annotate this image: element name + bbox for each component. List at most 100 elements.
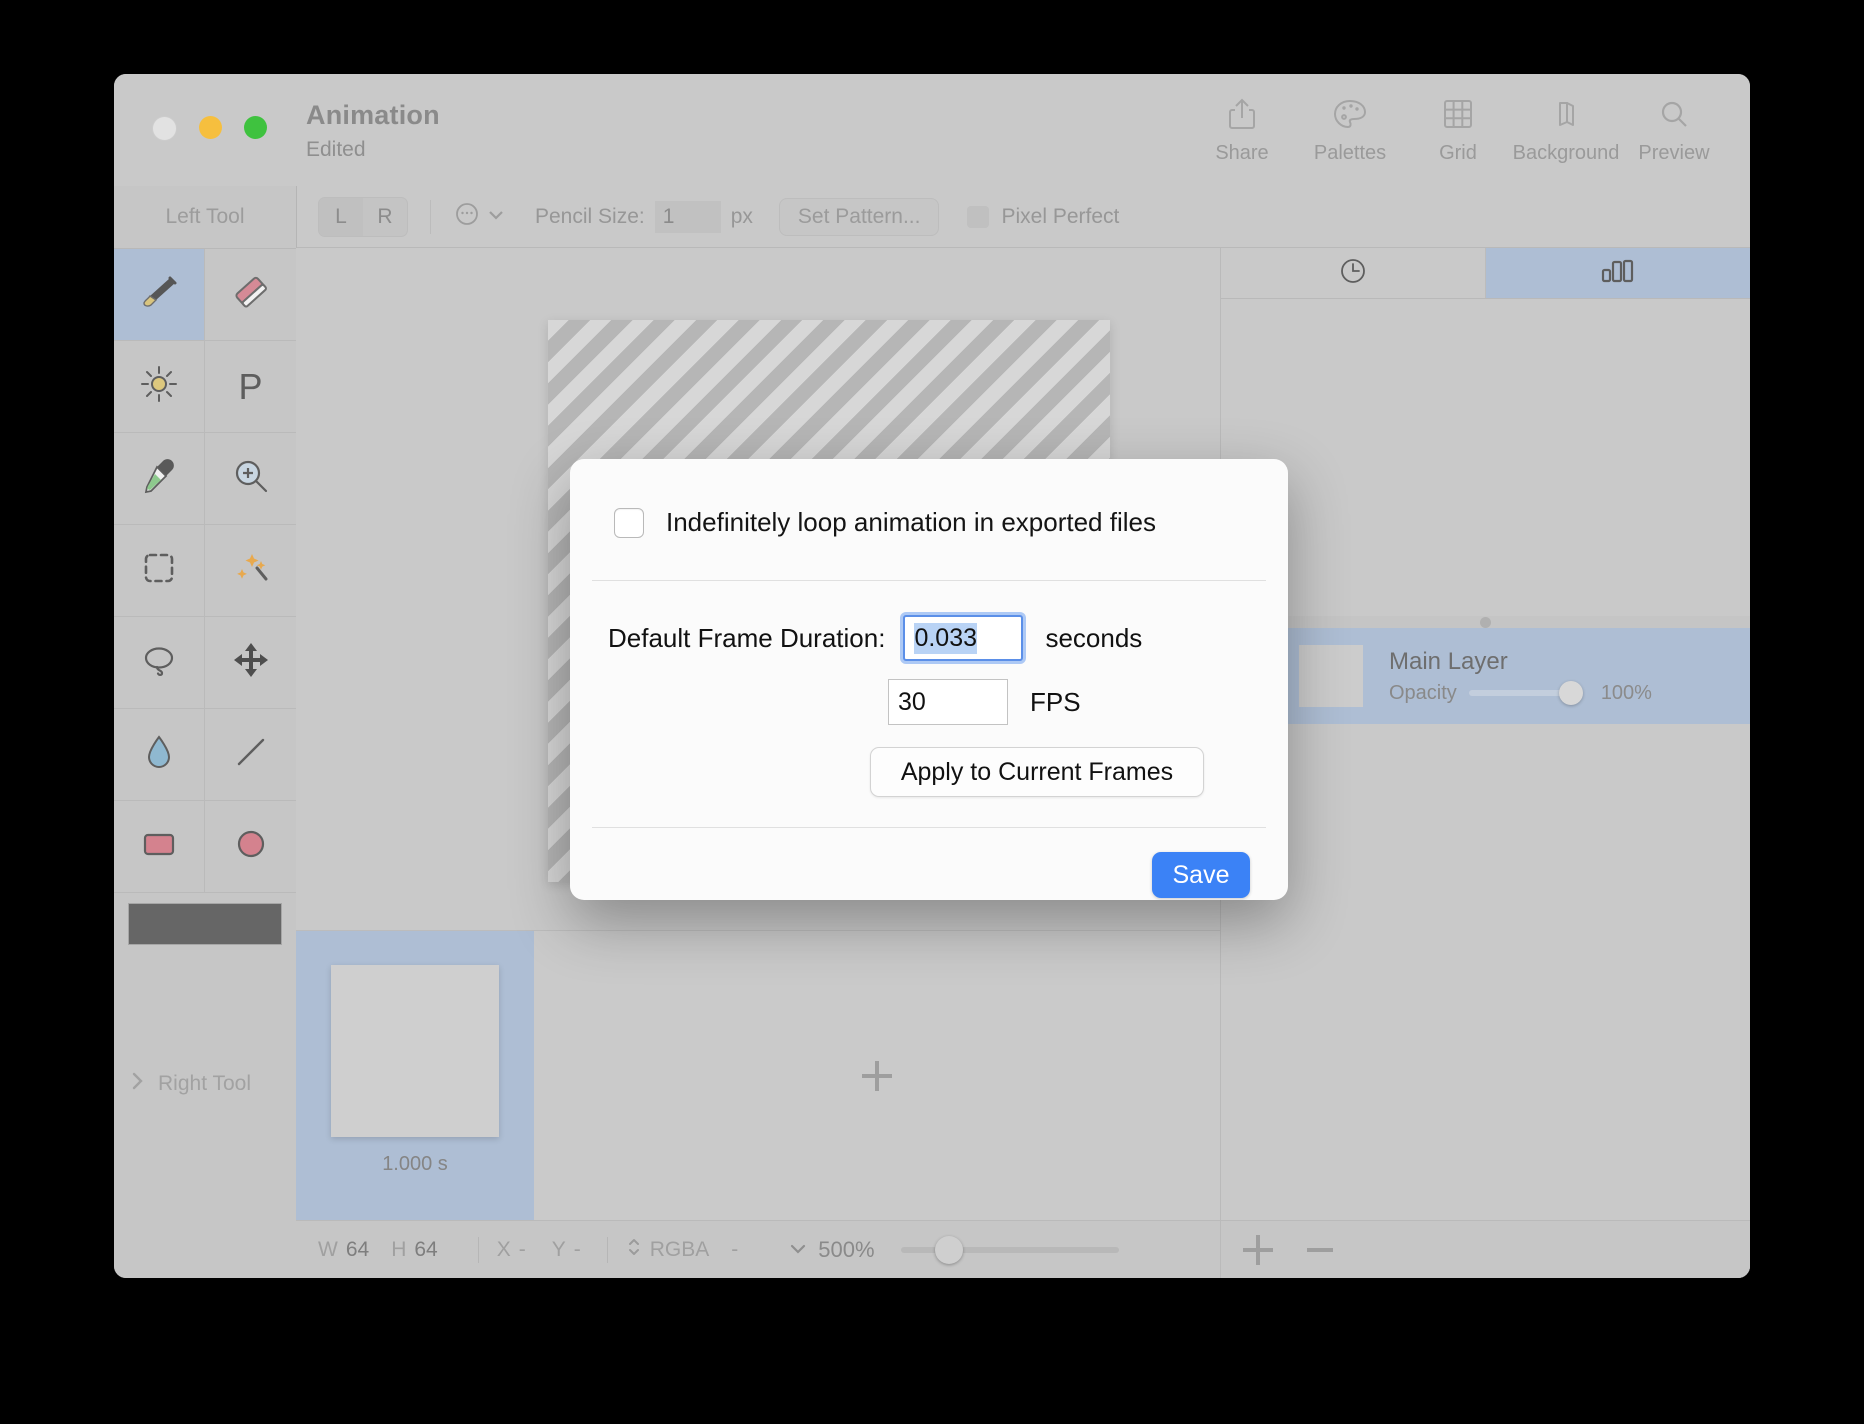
save-button[interactable]: Save <box>1152 852 1250 898</box>
height-key: H <box>391 1237 407 1261</box>
checkbox-box[interactable] <box>967 205 990 228</box>
color-mode-label: RGBA <box>649 1237 710 1261</box>
clock-icon <box>1338 256 1368 291</box>
toolbar-label: Palettes <box>1313 142 1387 164</box>
width-key: W <box>318 1237 338 1261</box>
frame-thumbnail[interactable] <box>331 965 499 1137</box>
apply-to-current-frames-button[interactable]: Apply to Current Frames <box>870 747 1204 797</box>
tab-history[interactable] <box>1221 248 1486 298</box>
frame-duration-label: Default Frame Duration: <box>608 622 886 653</box>
paintbrush-icon <box>136 269 182 320</box>
magnifier-icon <box>1658 94 1690 134</box>
layer-thumbnail[interactable] <box>1299 645 1363 707</box>
y-key: Y <box>551 1237 566 1261</box>
toolbar-item-background[interactable]: Background <box>1512 94 1620 165</box>
stepper-updown-icon[interactable] <box>626 1235 642 1265</box>
add-layer-button[interactable] <box>1243 1234 1273 1265</box>
zoom-control[interactable]: 500% <box>788 1235 1119 1264</box>
move-tool[interactable] <box>205 617 296 709</box>
maximize-button[interactable] <box>244 116 267 139</box>
pixel-perfect-checkbox[interactable]: Pixel Perfect <box>967 205 1119 229</box>
dither-tool[interactable] <box>114 341 205 433</box>
segment-right[interactable]: R <box>363 198 407 236</box>
divider <box>592 580 1266 581</box>
y-value: - <box>573 1237 581 1261</box>
eyedropper-tool[interactable] <box>114 433 205 525</box>
frames-timeline: 1.000 s <box>296 930 1220 1221</box>
animation-settings-dialog: Indefinitely loop animation in exported … <box>570 459 1288 900</box>
eyedropper-icon <box>136 453 182 504</box>
loop-checkbox[interactable] <box>614 507 644 538</box>
screen: Animation Edited Share Palettes Grid Bac… <box>0 0 1864 1424</box>
layer-info: Main Layer Opacity 100% <box>1389 648 1652 705</box>
left-right-segmented-control[interactable]: L R <box>318 196 408 237</box>
eraser-tool[interactable] <box>205 249 296 341</box>
layer-name: Main Layer <box>1389 647 1508 675</box>
divider <box>606 1236 608 1263</box>
rect-select-tool[interactable] <box>114 525 205 617</box>
color-value: - <box>731 1237 739 1261</box>
remove-layer-button[interactable] <box>1307 1247 1333 1252</box>
divider <box>477 1236 479 1263</box>
fill-tool[interactable] <box>114 709 205 801</box>
toolbar-label: Preview <box>1638 142 1710 164</box>
chevron-right-icon <box>130 1070 146 1098</box>
magic-wand-tool[interactable] <box>205 525 296 617</box>
tab-layers[interactable] <box>1486 248 1750 298</box>
toolbar-item-grid[interactable]: Grid <box>1404 94 1512 165</box>
add-frame-button[interactable] <box>534 931 1220 1221</box>
rectangle-icon <box>136 821 182 872</box>
toolbar-item-palettes[interactable]: Palettes <box>1296 94 1404 165</box>
toolbar-label: Background <box>1512 142 1620 164</box>
ellipse-icon <box>228 821 274 872</box>
pencil-size-unit: px <box>730 204 753 228</box>
frame-duration-label: 1.000 s <box>382 1153 448 1175</box>
grip-dot <box>1480 616 1491 628</box>
frame-item[interactable]: 1.000 s <box>296 931 534 1221</box>
chevron-down-icon[interactable] <box>788 1238 808 1262</box>
line-tool[interactable] <box>205 709 296 801</box>
right-panel-tabs <box>1221 248 1750 299</box>
document-status: Edited <box>306 138 366 161</box>
set-pattern-button[interactable]: Set Pattern... <box>778 197 940 236</box>
pattern-tool[interactable]: P <box>205 341 296 433</box>
palette-icon <box>1333 94 1367 134</box>
right-tool-disclosure[interactable]: Right Tool <box>114 1058 296 1110</box>
segment-left[interactable]: L <box>319 197 363 236</box>
pencil-size-input[interactable]: 1 <box>654 200 721 233</box>
toolbar-item-preview[interactable]: Preview <box>1620 94 1728 165</box>
move-arrows-icon <box>228 637 274 688</box>
loop-option-row[interactable]: Indefinitely loop animation in exported … <box>570 459 1288 538</box>
zoom-slider-knob[interactable] <box>934 1235 963 1264</box>
zoom-tool[interactable] <box>205 433 296 525</box>
plus-icon <box>862 1061 892 1091</box>
minimize-button[interactable] <box>199 116 222 139</box>
pixel-perfect-label: Pixel Perfect <box>1001 204 1120 228</box>
rectangle-tool[interactable] <box>114 801 205 893</box>
right-panel: ✓ Main Layer Opacity 100% <box>1220 248 1750 1278</box>
toolbar-item-share[interactable]: Share <box>1188 94 1296 165</box>
brush-tool[interactable] <box>114 249 205 341</box>
tool-options-menu[interactable] <box>453 200 505 233</box>
traffic-lights <box>152 116 267 141</box>
opacity-slider[interactable] <box>1468 681 1583 705</box>
opacity-slider-knob[interactable] <box>1558 681 1583 705</box>
close-button[interactable] <box>152 116 177 141</box>
frame-duration-input[interactable]: 0.033 <box>903 615 1024 661</box>
frame-duration-value: 0.033 <box>914 622 978 654</box>
fps-unit: FPS <box>1030 686 1081 717</box>
fps-input[interactable]: 30 <box>888 679 1008 725</box>
opacity-label: Opacity <box>1389 681 1457 704</box>
layer-row[interactable]: ✓ Main Layer Opacity 100% <box>1221 628 1750 724</box>
lasso-tool[interactable] <box>114 617 205 709</box>
primary-color-swatch[interactable] <box>128 903 282 945</box>
zoom-slider[interactable] <box>900 1235 1119 1264</box>
line-icon <box>228 729 274 780</box>
chevron-down-icon <box>487 208 505 226</box>
left-tool-header: Left Tool <box>114 186 296 249</box>
ellipse-tool[interactable] <box>205 801 296 893</box>
right-tool-label: Right Tool <box>158 1072 252 1095</box>
left-tool-panel: Left Tool P Right Tool <box>114 186 297 1278</box>
layer-opacity-control[interactable]: Opacity 100% <box>1389 681 1652 705</box>
divider <box>430 199 431 234</box>
